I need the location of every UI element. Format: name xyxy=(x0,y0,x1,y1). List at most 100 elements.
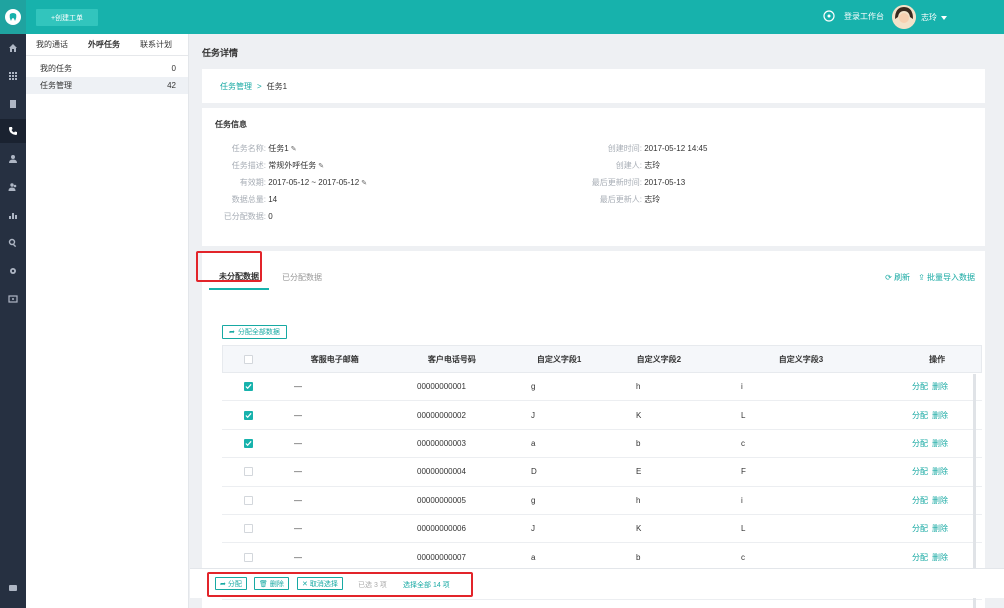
row-checkbox[interactable] xyxy=(243,410,253,420)
header-field1: 自定义字段1 xyxy=(536,354,582,364)
tab-my-calls[interactable]: 我的通话 xyxy=(26,34,78,55)
workbench-login[interactable]: 登录工作台 xyxy=(822,9,884,23)
cell-email: — xyxy=(294,410,302,420)
header-actions: 操作 xyxy=(929,354,946,364)
cell-phone: 00000000004 xyxy=(417,467,466,477)
table-row: — 00000000003 a b c 分配 删除 xyxy=(222,430,982,459)
cell-field1: D xyxy=(531,467,537,477)
row-checkbox[interactable] xyxy=(243,552,253,562)
sidebar-item-task-management[interactable]: 任务管理 42 xyxy=(26,77,188,94)
gear-icon xyxy=(10,268,16,274)
cell-field1: g xyxy=(531,382,536,392)
row-delete-link[interactable]: 删除 xyxy=(932,552,948,563)
info-assigned-data: 已分配数据: 0 xyxy=(215,211,273,222)
nav-chart[interactable] xyxy=(0,203,26,227)
breadcrumb-parent[interactable]: 任务管理 xyxy=(220,81,252,92)
table-row: — 00000000006 J K L 分配 删除 xyxy=(222,515,982,544)
row-assign-link[interactable]: 分配 xyxy=(912,381,928,392)
row-checkbox[interactable] xyxy=(243,382,253,392)
page-title: 任务详情 xyxy=(202,48,239,58)
grid-icon xyxy=(9,72,17,80)
cell-actions: 分配删除 xyxy=(894,543,982,570)
cell-actions: 分配删除 xyxy=(894,487,982,514)
select-all-checkbox[interactable] xyxy=(244,354,254,364)
cell-field2: E xyxy=(636,467,642,477)
row-delete-link[interactable]: 删除 xyxy=(932,466,948,477)
sidebar-item-label: 任务管理 xyxy=(40,81,72,90)
nav-chat[interactable] xyxy=(0,578,26,598)
row-assign-link[interactable]: 分配 xyxy=(912,466,928,477)
row-assign-link[interactable]: 分配 xyxy=(912,552,928,563)
sidebar-item-my-tasks[interactable]: 我的任务 0 xyxy=(26,60,188,77)
headset-icon xyxy=(823,10,835,22)
row-delete-link[interactable]: 删除 xyxy=(932,438,948,449)
refresh-button[interactable]: ⟳ 刷新 xyxy=(885,272,910,283)
nav-settings[interactable] xyxy=(0,259,26,283)
assign-all-button[interactable]: ➦ 分配全部数据 xyxy=(222,325,287,339)
info-value: 2017-05-12 14:45 xyxy=(644,144,708,153)
row-delete-link[interactable]: 删除 xyxy=(932,410,948,421)
nav-phone[interactable] xyxy=(0,119,26,143)
cell-field2: b xyxy=(636,552,641,562)
chat-icon xyxy=(9,585,17,591)
bulk-import-button[interactable]: ⇪ 批量导入数据 xyxy=(918,272,975,283)
info-creator: 创建人: 志玲 xyxy=(580,160,660,171)
refresh-icon: ⟳ xyxy=(885,273,892,282)
edit-icon[interactable]: ✎ xyxy=(291,145,297,153)
row-checkbox[interactable] xyxy=(243,438,253,448)
share-icon: ➦ xyxy=(229,329,235,336)
row-checkbox[interactable] xyxy=(243,495,253,505)
phone-icon xyxy=(9,127,17,135)
edit-icon[interactable]: ✎ xyxy=(361,179,367,187)
info-value: 常规外呼任务 xyxy=(268,161,317,170)
avatar[interactable] xyxy=(892,5,916,29)
tab-assigned-data[interactable]: 已分配数据 xyxy=(282,272,322,283)
row-assign-link[interactable]: 分配 xyxy=(912,438,928,449)
row-delete-link[interactable]: 删除 xyxy=(932,381,948,392)
tab-contact-plan[interactable]: 联系计划 xyxy=(130,34,182,55)
cell-field3: i xyxy=(741,382,743,392)
row-assign-link[interactable]: 分配 xyxy=(912,410,928,421)
cell-actions: 分配删除 xyxy=(894,430,982,457)
nav-search[interactable] xyxy=(0,231,26,255)
sidebar-tabs: 我的通话 外呼任务 联系计划 xyxy=(26,34,188,56)
row-delete-link[interactable]: 删除 xyxy=(932,495,948,506)
tab-outbound-tasks[interactable]: 外呼任务 xyxy=(78,34,130,55)
nav-grid[interactable] xyxy=(0,64,26,88)
info-key: 最后更新时间: xyxy=(591,178,642,187)
user-menu[interactable]: 志玲 xyxy=(921,12,947,23)
nav-home[interactable] xyxy=(0,36,26,60)
row-checkbox[interactable] xyxy=(243,467,253,477)
info-key: 有效期: xyxy=(239,178,266,187)
cell-field3: c xyxy=(741,552,745,562)
import-icon: ⇪ xyxy=(918,273,925,282)
nav-monitor[interactable] xyxy=(0,287,26,311)
cell-email: — xyxy=(294,524,302,534)
row-assign-link[interactable]: 分配 xyxy=(912,523,928,534)
info-key: 创建时间: xyxy=(607,144,642,153)
username-label: 志玲 xyxy=(921,13,937,22)
nav-user[interactable] xyxy=(0,147,26,171)
app-logo[interactable] xyxy=(0,0,26,34)
cell-field1: a xyxy=(531,552,536,562)
cell-field3: i xyxy=(741,495,743,505)
info-value: 14 xyxy=(268,195,278,204)
refresh-label: 刷新 xyxy=(894,273,911,282)
row-assign-link[interactable]: 分配 xyxy=(912,495,928,506)
info-value: 任务1 xyxy=(268,144,289,153)
info-total-data: 数据总量: 14 xyxy=(215,194,277,205)
row-checkbox[interactable] xyxy=(243,524,253,534)
edit-icon[interactable]: ✎ xyxy=(318,162,324,170)
nav-users[interactable] xyxy=(0,175,26,199)
cell-email: — xyxy=(294,438,302,448)
table-row: — 00000000001 g h i 分配 删除 xyxy=(222,373,982,402)
create-ticket-button[interactable]: +创建工单 xyxy=(36,9,98,26)
row-delete-link[interactable]: 删除 xyxy=(932,523,948,534)
cell-phone: 00000000003 xyxy=(417,438,466,448)
top-bar: +创建工单 登录工作台 志玲 xyxy=(0,0,1004,34)
table-row: — 00000000004 D E F 分配 删除 xyxy=(222,458,982,487)
bulk-import-label: 批量导入数据 xyxy=(927,273,975,282)
nav-list[interactable] xyxy=(0,92,26,116)
cell-email: — xyxy=(294,495,302,505)
cell-email: — xyxy=(294,382,302,392)
